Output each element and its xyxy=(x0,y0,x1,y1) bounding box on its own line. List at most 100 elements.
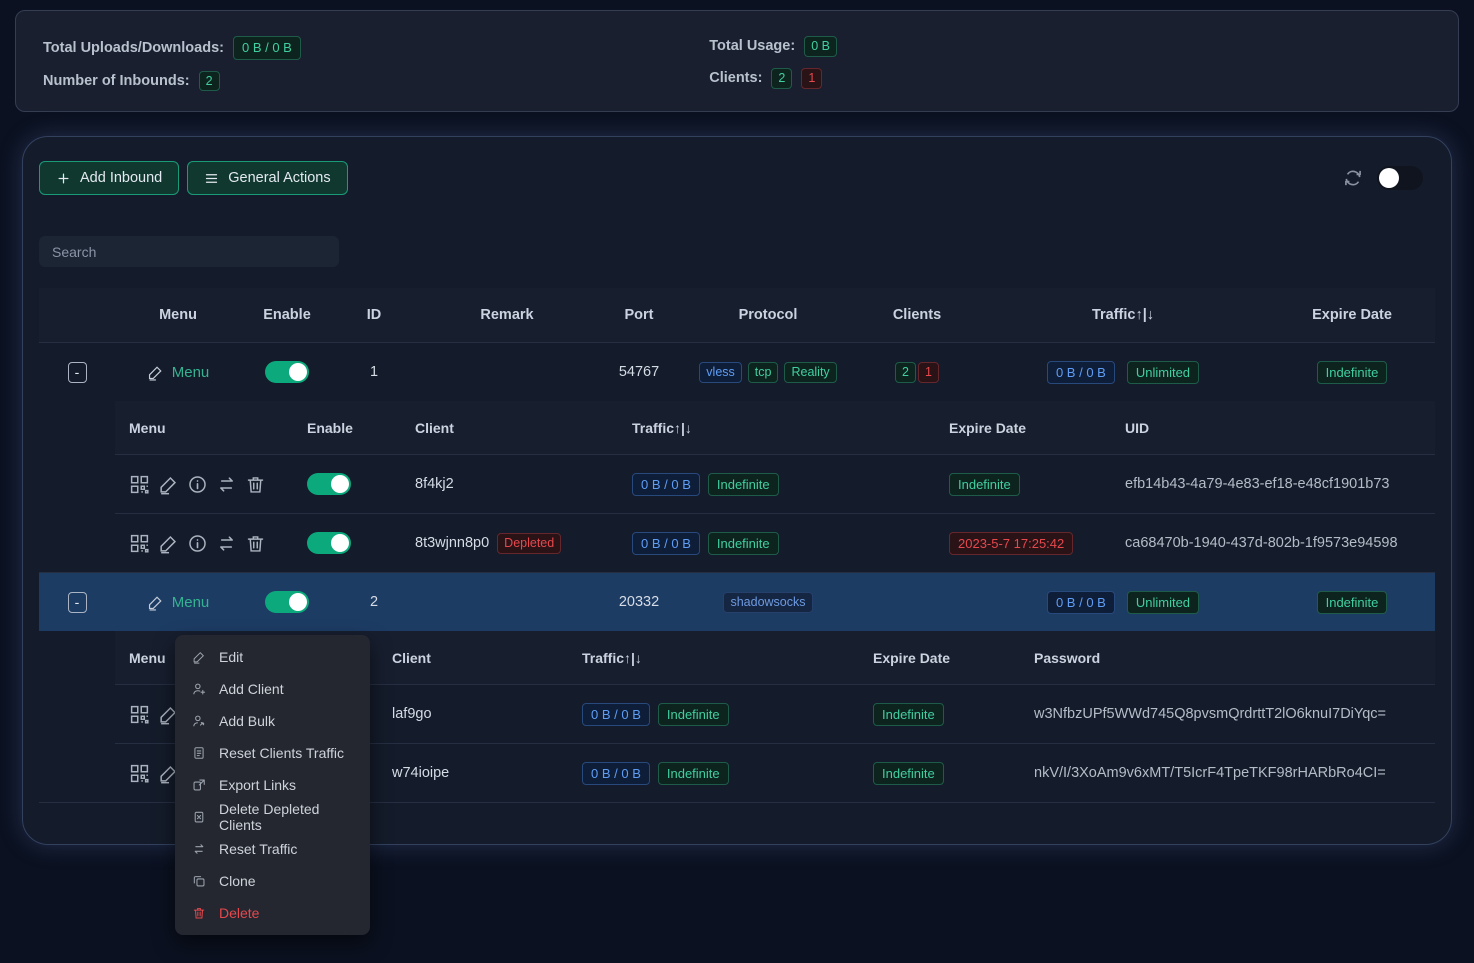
stats-right-column: Total Usage: 0 B Clients: 2 1 xyxy=(709,36,1375,91)
context-menu-item-delete[interactable]: Delete xyxy=(175,897,370,929)
trash-icon[interactable] xyxy=(245,533,266,554)
general-actions-button[interactable]: General Actions xyxy=(187,161,347,195)
protocol-badge: shadowsocks xyxy=(723,592,812,613)
context-menu-item-delete-depleted-clients[interactable]: Delete Depleted Clients xyxy=(175,801,370,833)
clients-active-badge: 2 xyxy=(895,362,916,383)
number-of-inbounds-value: 2 xyxy=(199,71,220,92)
expire-badge: Indefinite xyxy=(873,703,944,727)
inbound-id: 2 xyxy=(333,594,415,610)
depleted-badge: Depleted xyxy=(497,533,561,554)
edit-icon[interactable] xyxy=(158,533,179,554)
qr-code-icon[interactable] xyxy=(129,474,150,495)
context-menu-label: Reset Clients Traffic xyxy=(219,745,344,761)
clients-table-1: Menu Enable Client Traffic↑|↓ Expire Dat… xyxy=(115,401,1435,572)
client-enable-toggle[interactable] xyxy=(307,532,351,554)
inbound-menu-link[interactable]: Menu xyxy=(147,594,210,611)
info-icon[interactable] xyxy=(187,474,208,495)
info-icon[interactable] xyxy=(187,533,208,554)
inbound-context-menu: Edit Add Client Add Bulk Reset Clients T… xyxy=(175,635,370,935)
context-menu-item-edit[interactable]: Edit xyxy=(175,641,370,673)
client-expire: Indefinite xyxy=(847,703,1017,727)
inbound-expire: Indefinite xyxy=(1269,361,1435,385)
expire-badge: Indefinite xyxy=(873,762,944,786)
client-name: w74ioipe xyxy=(365,765,562,781)
header-id: ID xyxy=(333,307,415,323)
toolbar: Add Inbound General Actions xyxy=(39,161,1435,195)
expire-badge: Indefinite xyxy=(949,473,1020,497)
expire-badge: 2023-5-7 17:25:42 xyxy=(949,532,1073,556)
client-enable-toggle[interactable] xyxy=(307,473,351,495)
inbound-enable-toggle[interactable] xyxy=(265,591,309,613)
context-menu-label: Reset Traffic xyxy=(219,841,297,857)
client-uid: ca68470b-1940-437d-802b-1f9573e94598 xyxy=(1107,535,1435,551)
delete-depleted-icon xyxy=(192,810,206,824)
context-menu-item-add-client[interactable]: Add Client xyxy=(175,673,370,705)
sub-header-traffic[interactable]: Traffic↑|↓ xyxy=(612,420,937,436)
reset-traffic-icon[interactable] xyxy=(216,533,237,554)
traffic-limit-badge: Indefinite xyxy=(658,703,729,727)
stat-total-usage: Total Usage: 0 B xyxy=(709,36,1375,57)
sub-header-expire: Expire Date xyxy=(847,650,1017,666)
general-actions-label: General Actions xyxy=(228,170,330,186)
context-menu-item-export-links[interactable]: Export Links xyxy=(175,769,370,801)
context-menu-item-reset-traffic[interactable]: Reset Traffic xyxy=(175,833,370,865)
client-expire: Indefinite xyxy=(847,762,1017,786)
total-usage-label: Total Usage: xyxy=(709,38,795,54)
header-remark: Remark xyxy=(415,307,599,323)
trash-icon[interactable] xyxy=(245,474,266,495)
context-menu-label: Add Bulk xyxy=(219,713,275,729)
protocol-badge: vless xyxy=(699,362,741,383)
inbound-row-1[interactable]: - Menu 1 54767 vless tcp Reality 2 1 0 xyxy=(39,342,1435,401)
total-uploads-downloads-label: Total Uploads/Downloads: xyxy=(43,40,224,56)
inbound-port: 54767 xyxy=(599,364,679,380)
refresh-icon[interactable] xyxy=(1343,168,1363,188)
inbound-enable-toggle[interactable] xyxy=(265,361,309,383)
client-expire: Indefinite xyxy=(937,473,1107,497)
sub-header-client: Client xyxy=(365,420,612,436)
client-expire: 2023-5-7 17:25:42 xyxy=(937,532,1107,556)
plus-icon xyxy=(56,171,71,186)
header-traffic[interactable]: Traffic↑|↓ xyxy=(977,307,1269,323)
user-add-icon xyxy=(192,682,206,696)
header-enable: Enable xyxy=(241,307,333,323)
sync-icon xyxy=(192,842,206,856)
collapse-row-button[interactable]: - xyxy=(68,362,87,383)
sub-header-expire: Expire Date xyxy=(937,420,1107,436)
clients-depleted-count: 1 xyxy=(801,68,822,89)
dark-mode-toggle[interactable] xyxy=(1377,166,1423,190)
reset-traffic-icon[interactable] xyxy=(216,474,237,495)
client-row-8f4kj2: 8f4kj2 0 B / 0 B Indefinite Indefinite e… xyxy=(115,454,1435,513)
menu-bars-icon xyxy=(204,171,219,186)
context-menu-item-clone[interactable]: Clone xyxy=(175,865,370,897)
inbound-protocols: vless tcp Reality xyxy=(679,362,857,383)
client-name-group: 8t3wjnn8p0 Depleted xyxy=(365,533,612,554)
inbound-menu-link[interactable]: Menu xyxy=(147,364,210,381)
clients-label: Clients: xyxy=(709,70,762,86)
context-menu-item-add-bulk[interactable]: Add Bulk xyxy=(175,705,370,737)
inbound-port: 20332 xyxy=(599,594,679,610)
sub-header-traffic[interactable]: Traffic↑|↓ xyxy=(562,650,847,666)
search-input[interactable] xyxy=(39,236,339,267)
collapse-row-button[interactable]: - xyxy=(68,592,87,613)
client-traffic: 0 B / 0 B Indefinite xyxy=(562,703,847,727)
client-uid: efb14b43-4a79-4e83-ef18-e48cf1901b73 xyxy=(1107,476,1435,492)
context-menu-item-reset-clients-traffic[interactable]: Reset Clients Traffic xyxy=(175,737,370,769)
inbound-protocols: shadowsocks xyxy=(679,592,857,613)
inbound-traffic: 0 B / 0 B Unlimited xyxy=(977,361,1269,385)
inbound-clients-counts: 2 1 xyxy=(857,362,977,383)
qr-code-icon[interactable] xyxy=(129,763,150,784)
header-clients: Clients xyxy=(857,307,977,323)
inbound-menu-label: Menu xyxy=(172,594,210,611)
qr-code-icon[interactable] xyxy=(129,704,150,725)
header-expire-date: Expire Date xyxy=(1269,307,1435,323)
add-inbound-button[interactable]: Add Inbound xyxy=(39,161,179,195)
qr-code-icon[interactable] xyxy=(129,533,150,554)
traffic-badge: 0 B / 0 B xyxy=(632,473,700,497)
traffic-badge: 0 B / 0 B xyxy=(1047,591,1115,615)
inbounds-table-header: Menu Enable ID Remark Port Protocol Clie… xyxy=(39,288,1435,342)
edit-icon[interactable] xyxy=(158,474,179,495)
expire-badge: Indefinite xyxy=(1317,361,1388,385)
header-port: Port xyxy=(599,307,679,323)
client-password: nkV/I/3XoAm9v6xMT/T5IcrF4TpeTKF98rHARbRo… xyxy=(1017,765,1435,781)
inbound-row-2[interactable]: - Menu 2 20332 shadowsocks 0 B / 0 B Unl… xyxy=(39,572,1435,631)
